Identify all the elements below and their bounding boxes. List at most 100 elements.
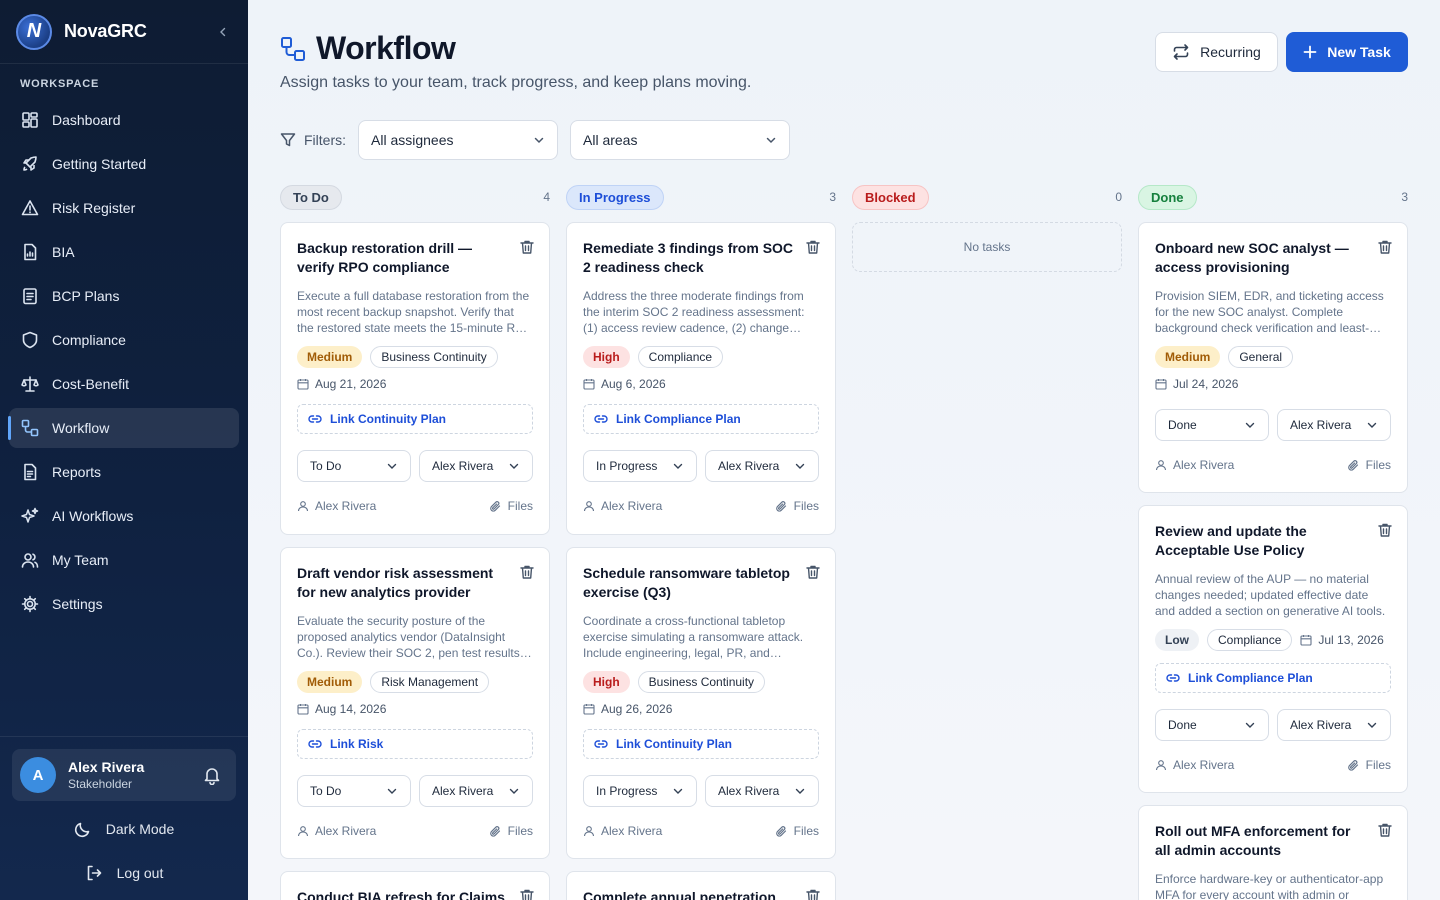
dark-mode-toggle[interactable]: Dark Mode — [0, 807, 248, 851]
status-select[interactable]: In Progress — [583, 775, 697, 807]
status-select-value: Done — [1168, 718, 1197, 732]
delete-task-button[interactable] — [519, 564, 535, 580]
task-title: Review and update the Acceptable Use Pol… — [1155, 523, 1307, 558]
link-plan-button[interactable]: Link Continuity Plan — [583, 729, 819, 759]
delete-task-button[interactable] — [1377, 239, 1393, 255]
files-button[interactable]: Files — [775, 499, 819, 513]
recurring-label: Recurring — [1200, 44, 1261, 60]
task-card[interactable]: Remediate 3 findings from SOC 2 readines… — [566, 222, 836, 535]
task-card[interactable]: Draft vendor risk assessment for new ana… — [280, 547, 550, 859]
task-description: Address the three moderate findings from… — [583, 289, 805, 335]
delete-task-button[interactable] — [805, 239, 821, 255]
status-select[interactable]: To Do — [297, 775, 411, 807]
link-plan-button[interactable]: Link Compliance Plan — [1155, 663, 1391, 693]
assignee-select[interactable]: Alex Rivera — [705, 450, 819, 482]
status-select[interactable]: In Progress — [583, 450, 697, 482]
task-card[interactable]: Conduct BIA refresh for Claims — [280, 871, 550, 900]
column-header: To Do 4 — [280, 184, 550, 210]
task-card[interactable]: Onboard new SOC analyst — access provisi… — [1138, 222, 1408, 493]
task-title: Roll out MFA enforcement for all admin a… — [1155, 823, 1351, 858]
chevron-down-icon — [509, 788, 519, 794]
files-button[interactable]: Files — [1347, 758, 1391, 772]
sidebar-item-bcp-plans[interactable]: BCP Plans — [9, 276, 239, 316]
status-select[interactable]: Done — [1155, 709, 1269, 741]
due-date-text: Aug 26, 2026 — [601, 702, 673, 716]
link-plan-label: Link Compliance Plan — [616, 412, 741, 426]
filters-label-text: Filters: — [304, 132, 346, 148]
chevron-down-icon — [387, 463, 397, 469]
sidebar-footer: A Alex Rivera Stakeholder Dark Mode Log … — [0, 736, 248, 895]
sidebar-item-getting-started[interactable]: Getting Started — [9, 144, 239, 184]
files-button[interactable]: Files — [775, 824, 819, 838]
task-description: Provision SIEM, EDR, and ticketing acces… — [1155, 289, 1384, 335]
column-count: 3 — [1401, 190, 1408, 204]
task-owner-name: Alex Rivera — [1173, 758, 1235, 772]
priority-badge: Low — [1155, 629, 1199, 651]
task-description: Evaluate the security posture of the pro… — [297, 614, 520, 660]
assignee-select[interactable]: Alex Rivera — [1277, 709, 1391, 741]
chevron-down-icon — [766, 137, 776, 144]
task-controls: To Do Alex Rivera — [297, 450, 533, 482]
assignee-filter-select[interactable]: All assignees — [358, 120, 558, 160]
sidebar-item-workflow[interactable]: Workflow — [8, 408, 239, 448]
delete-task-button[interactable] — [519, 239, 535, 255]
assignee-select[interactable]: Alex Rivera — [419, 450, 533, 482]
area-filter-select[interactable]: All areas — [570, 120, 790, 160]
trash-icon — [1378, 240, 1392, 254]
assignee-select-value: Alex Rivera — [432, 784, 494, 798]
task-card[interactable]: Backup restoration drill — verify RPO co… — [280, 222, 550, 535]
status-badge: In Progress — [566, 184, 664, 210]
shield-check-icon — [19, 329, 41, 351]
assignee-select[interactable]: Alex Rivera — [419, 775, 533, 807]
delete-task-button[interactable] — [1377, 522, 1393, 538]
new-task-button[interactable]: New Task — [1286, 32, 1408, 72]
area-filter-value: All areas — [583, 132, 638, 148]
chevron-down-icon — [795, 788, 805, 794]
delete-task-button[interactable] — [805, 564, 821, 580]
task-title: Onboard new SOC analyst — access provisi… — [1155, 240, 1349, 275]
task-owner: Alex Rivera — [1155, 458, 1234, 472]
sidebar-item-ai-workflows[interactable]: AI Workflows — [9, 496, 239, 536]
delete-task-button[interactable] — [805, 888, 821, 900]
brand-logo[interactable]: N — [16, 13, 52, 50]
assignee-select[interactable]: Alex Rivera — [705, 775, 819, 807]
task-controls: In Progress Alex Rivera — [583, 775, 819, 807]
status-select[interactable]: Done — [1155, 409, 1269, 441]
task-card[interactable]: Complete annual penetration — [566, 871, 836, 900]
link-risk-button[interactable]: Link Risk — [297, 729, 533, 759]
task-owner: Alex Rivera — [297, 824, 376, 838]
assignee-select-value: Alex Rivera — [718, 784, 780, 798]
sidebar-item-cost-benefit[interactable]: Cost-Benefit — [9, 364, 239, 404]
paperclip-icon — [1347, 459, 1358, 471]
task-card[interactable]: Review and update the Acceptable Use Pol… — [1138, 505, 1408, 793]
sidebar-item-settings[interactable]: Settings — [9, 584, 239, 624]
sidebar-item-my-team[interactable]: My Team — [9, 540, 239, 580]
user-card[interactable]: A Alex Rivera Stakeholder — [12, 749, 236, 801]
task-card[interactable]: Roll out MFA enforcement for all admin a… — [1138, 805, 1408, 900]
logout-button[interactable]: Log out — [0, 851, 248, 895]
link-plan-button[interactable]: Link Compliance Plan — [583, 404, 819, 434]
task-card[interactable]: Schedule ransomware tabletop exercise (Q… — [566, 547, 836, 859]
sidebar-item-reports[interactable]: Reports — [9, 452, 239, 492]
sidebar-item-compliance[interactable]: Compliance — [9, 320, 239, 360]
files-button[interactable]: Files — [1347, 458, 1391, 472]
user-role: Stakeholder — [68, 777, 133, 791]
assignee-select[interactable]: Alex Rivera — [1277, 409, 1391, 441]
recurring-button[interactable]: Recurring — [1155, 32, 1278, 72]
collapse-sidebar-button[interactable] — [214, 23, 232, 41]
clipboard-document-icon — [19, 285, 41, 307]
trash-icon — [806, 565, 820, 579]
files-button[interactable]: Files — [489, 824, 533, 838]
status-badge: Done — [1138, 184, 1197, 210]
sidebar-item-bia[interactable]: BIA — [9, 232, 239, 272]
delete-task-button[interactable] — [1377, 822, 1393, 838]
notifications-button[interactable] — [202, 765, 222, 785]
status-select[interactable]: To Do — [297, 450, 411, 482]
status-select-value: To Do — [310, 784, 342, 798]
task-controls: Done Alex Rivera — [1155, 409, 1391, 441]
sidebar-item-dashboard[interactable]: Dashboard — [9, 100, 239, 140]
files-button[interactable]: Files — [489, 499, 533, 513]
sidebar-item-risk-register[interactable]: Risk Register — [9, 188, 239, 228]
delete-task-button[interactable] — [519, 888, 535, 900]
link-plan-button[interactable]: Link Continuity Plan — [297, 404, 533, 434]
